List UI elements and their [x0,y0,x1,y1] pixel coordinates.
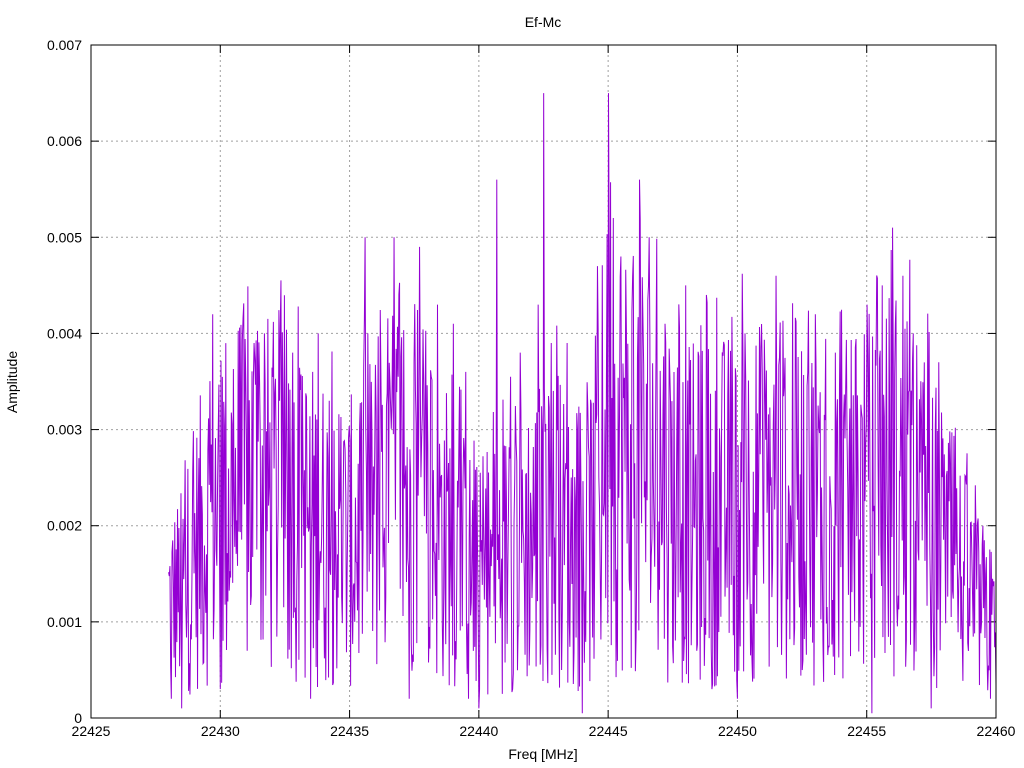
series-line [168,93,997,714]
y-tick-label: 0 [74,710,82,726]
y-tick-label: 0.001 [47,614,82,630]
y-tick-label: 0.006 [47,133,82,149]
y-tick-label: 0.004 [47,325,82,341]
x-tick-label: 22430 [201,723,240,739]
y-axis-label: Amplitude [4,351,20,413]
axes: 22425 22430 22435 22440 22445 22450 22455 22460… [47,37,1016,739]
x-tick-label: 22450 [718,723,757,739]
series-layer [168,93,997,714]
x-tick-label: 22440 [459,723,498,739]
x-tick-label: 22445 [589,723,628,739]
y-tick-label: 0.007 [47,37,82,53]
x-tick-label: 22455 [847,723,886,739]
y-tick-label: 0.002 [47,518,82,534]
x-tick-label: 22460 [977,723,1016,739]
x-tick-label: 22435 [330,723,369,739]
chart-title: Ef-Mc [525,14,562,30]
x-axis-label: Freq [MHz] [508,746,577,762]
chart: Ef-Mc 22425 22430 22435 22440 22445 22450 2245… [4,14,1016,762]
y-tick-label: 0.005 [47,229,82,245]
y-tick-label: 0.003 [47,422,82,438]
